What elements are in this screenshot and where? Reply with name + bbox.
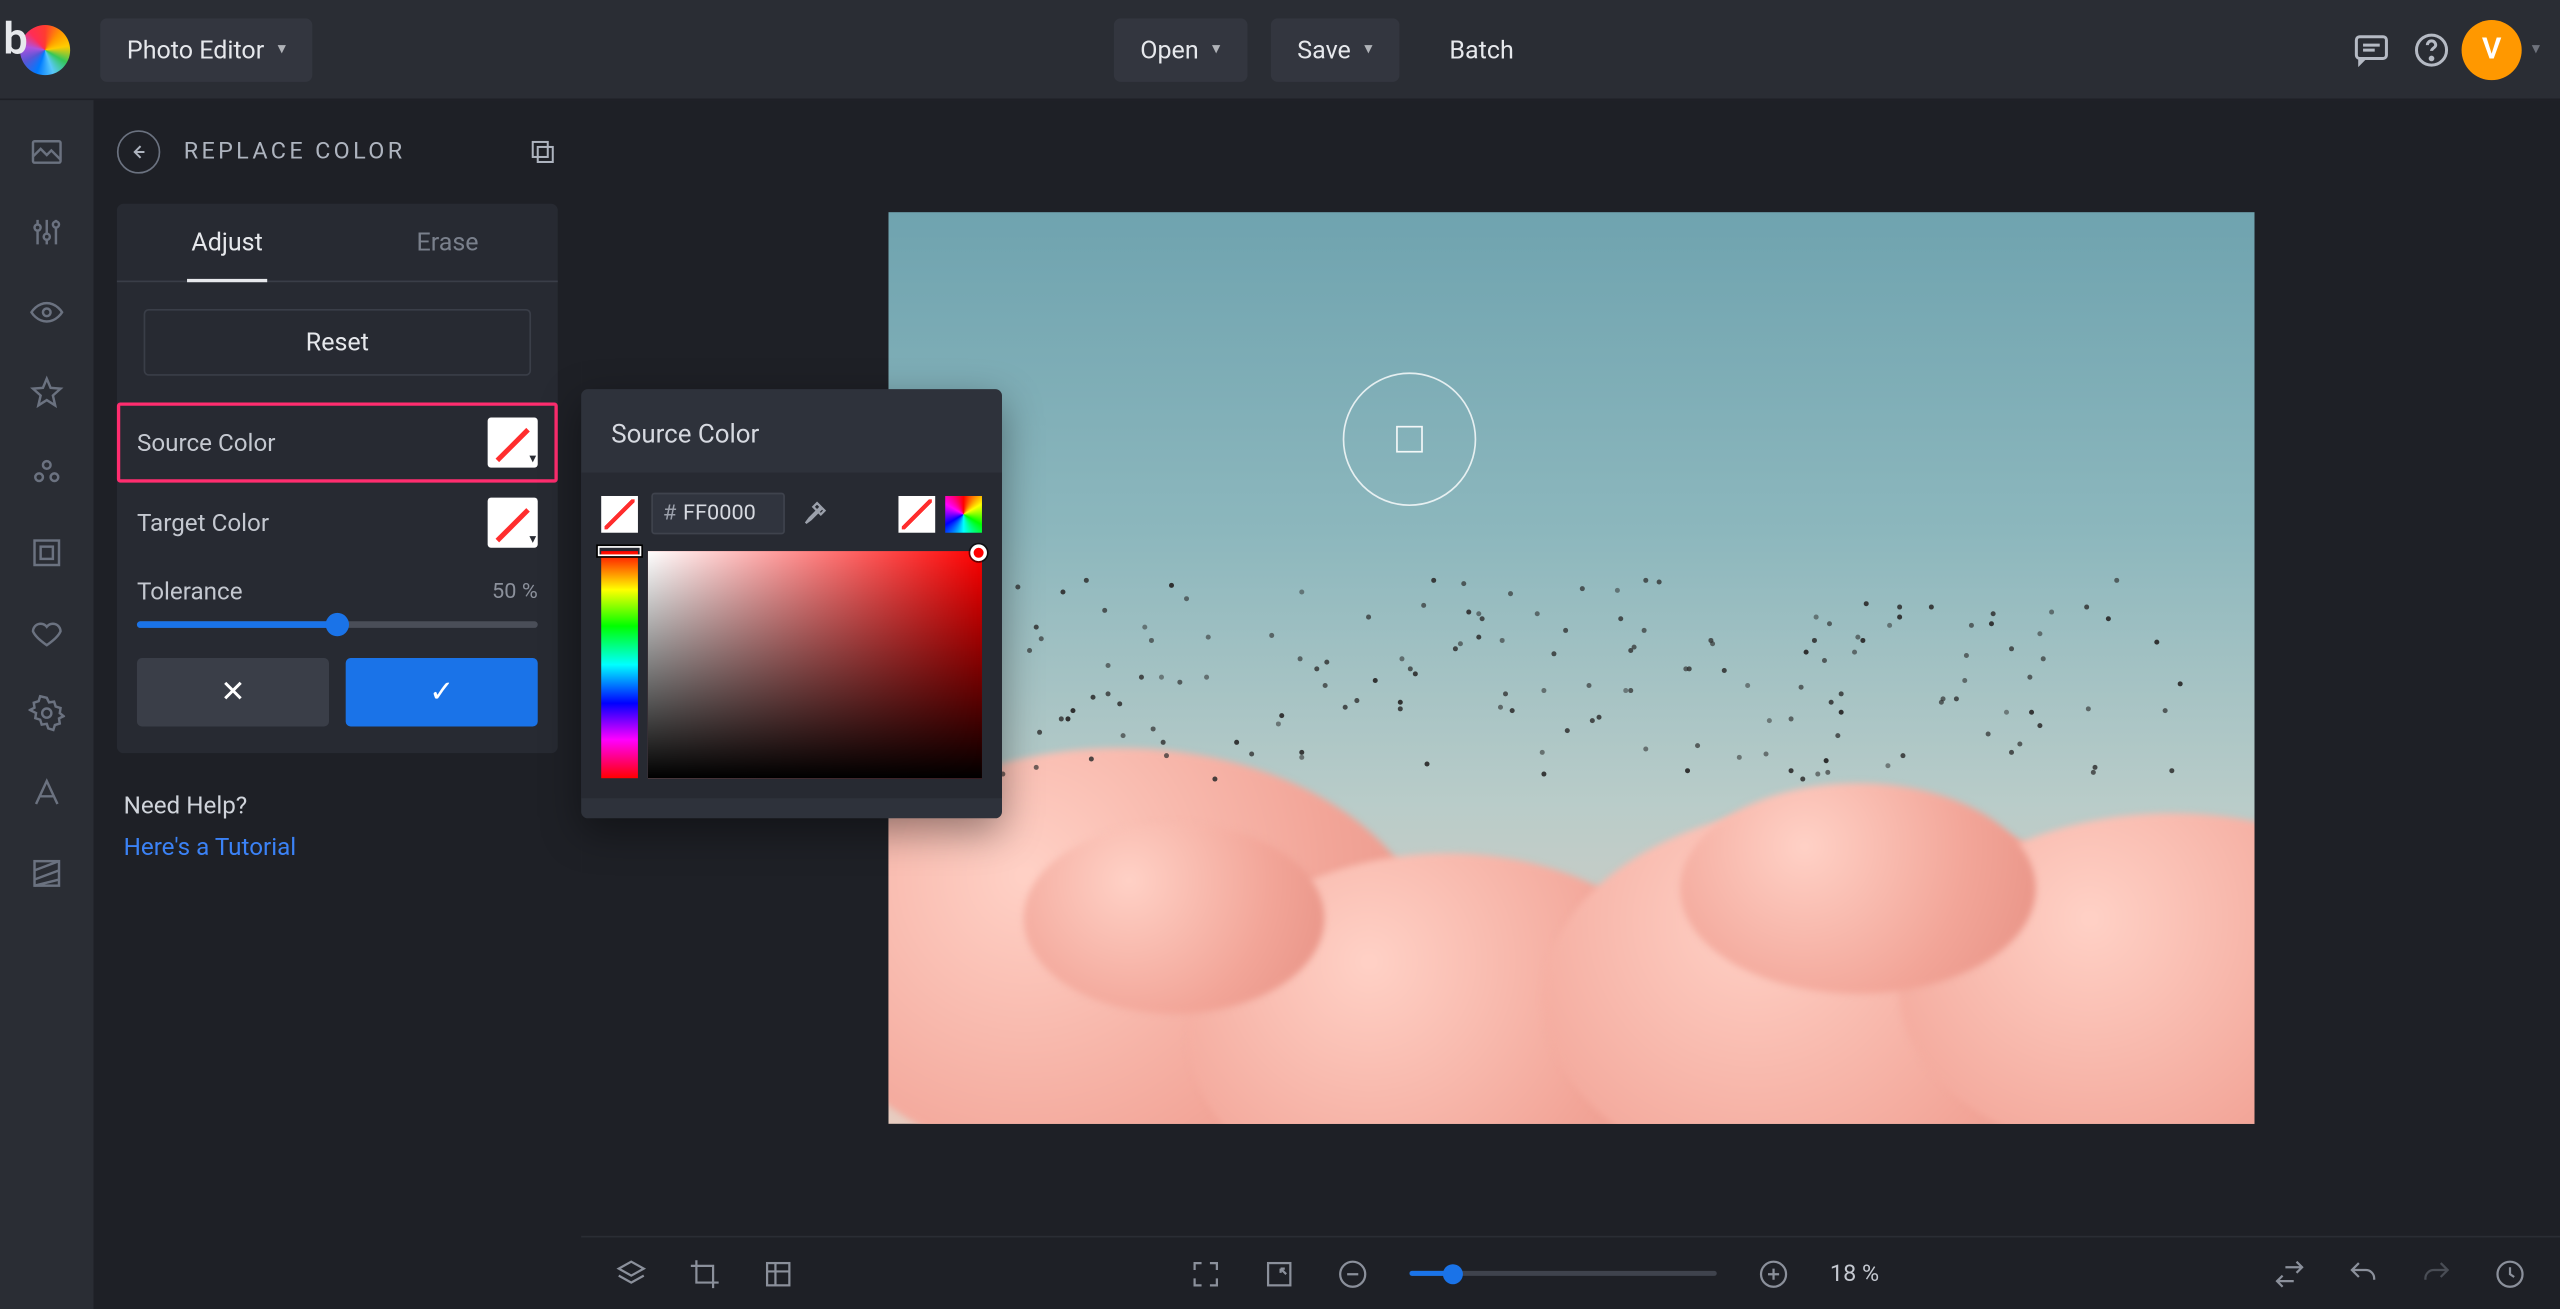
history-icon[interactable] bbox=[2493, 1257, 2526, 1290]
side-panel: REPLACE COLOR Adjust Erase Reset Source … bbox=[94, 100, 582, 1309]
tolerance-value: 50 % bbox=[492, 579, 538, 604]
target-color-swatch[interactable]: ▾ bbox=[488, 498, 538, 548]
tab-erase[interactable]: Erase bbox=[337, 204, 557, 281]
source-color-swatch[interactable]: ▾ bbox=[488, 418, 538, 468]
canvas-image[interactable] bbox=[888, 212, 2254, 1124]
hex-prefix: # bbox=[653, 501, 683, 526]
transparent-swatch[interactable] bbox=[898, 495, 935, 532]
duplicate-icon[interactable] bbox=[528, 137, 558, 167]
fit-icon[interactable] bbox=[1189, 1257, 1222, 1290]
source-color-row[interactable]: Source Color ▾ bbox=[117, 402, 558, 482]
brush-cursor bbox=[1342, 372, 1476, 506]
saturation-box[interactable] bbox=[648, 551, 982, 778]
open-button[interactable]: Open ▾ bbox=[1114, 18, 1248, 81]
compare-icon[interactable] bbox=[2273, 1257, 2306, 1290]
chat-icon[interactable] bbox=[2341, 19, 2401, 79]
eyedropper-icon[interactable] bbox=[798, 498, 828, 528]
avatar[interactable]: V bbox=[2462, 19, 2522, 79]
color-popup: Source Color # bbox=[581, 389, 1002, 818]
batch-label: Batch bbox=[1449, 34, 1513, 64]
hue-slider[interactable] bbox=[601, 551, 638, 778]
gear-icon[interactable] bbox=[28, 695, 65, 732]
toolstrip bbox=[0, 100, 94, 1309]
main: REPLACE COLOR Adjust Erase Reset Source … bbox=[0, 100, 2560, 1309]
actual-size-icon[interactable] bbox=[1262, 1257, 1295, 1290]
options-card: Adjust Erase Reset Source Color ▾ Target… bbox=[117, 204, 558, 753]
panel-title: REPLACE COLOR bbox=[184, 139, 406, 166]
target-color-row[interactable]: Target Color ▾ bbox=[117, 483, 558, 563]
tabs: Adjust Erase bbox=[117, 204, 558, 282]
save-button[interactable]: Save ▾ bbox=[1271, 18, 1400, 81]
help-question: Need Help? bbox=[124, 787, 552, 828]
heart-icon[interactable] bbox=[28, 615, 65, 652]
target-color-label: Target Color bbox=[137, 509, 474, 537]
undo-icon[interactable] bbox=[2346, 1257, 2379, 1290]
chevron-down-icon[interactable]: ▾ bbox=[2532, 40, 2540, 58]
tutorial-link[interactable]: Here's a Tutorial bbox=[124, 833, 297, 861]
texture-icon[interactable] bbox=[28, 855, 65, 892]
zoom-value: 18 % bbox=[1830, 1260, 1879, 1287]
chevron-down-icon: ▾ bbox=[1364, 40, 1372, 58]
saturation-handle[interactable] bbox=[970, 545, 987, 562]
layers-icon[interactable] bbox=[615, 1257, 648, 1290]
help-block: Need Help? Here's a Tutorial bbox=[117, 753, 558, 902]
zoom-slider[interactable] bbox=[1409, 1271, 1716, 1276]
apply-button[interactable]: ✓ bbox=[346, 658, 538, 726]
zoom-out-button[interactable] bbox=[1336, 1257, 1369, 1290]
redo-icon[interactable] bbox=[2420, 1257, 2453, 1290]
avatar-initial: V bbox=[2482, 32, 2502, 67]
help-icon[interactable] bbox=[2401, 19, 2461, 79]
grid-icon[interactable] bbox=[762, 1257, 795, 1290]
tolerance-slider[interactable] bbox=[137, 621, 538, 628]
batch-button[interactable]: Batch bbox=[1423, 18, 1541, 81]
image-icon[interactable] bbox=[28, 134, 65, 171]
open-label: Open bbox=[1140, 34, 1198, 64]
zoom-in-button[interactable] bbox=[1756, 1257, 1789, 1290]
sliders-icon[interactable] bbox=[28, 214, 65, 251]
chevron-down-icon: ▾ bbox=[1212, 40, 1220, 58]
tab-adjust[interactable]: Adjust bbox=[117, 204, 337, 281]
no-color-swatch[interactable] bbox=[601, 495, 638, 532]
hue-handle[interactable] bbox=[598, 546, 641, 556]
mode-label: Photo Editor bbox=[127, 34, 264, 64]
save-label: Save bbox=[1297, 34, 1351, 64]
reset-button[interactable]: Reset bbox=[144, 309, 531, 376]
crop-icon[interactable] bbox=[688, 1257, 721, 1290]
popup-title: Source Color bbox=[581, 412, 1002, 472]
hex-input[interactable] bbox=[683, 494, 783, 532]
tolerance-label: Tolerance bbox=[137, 578, 479, 606]
bottom-toolbar: 18 % bbox=[581, 1236, 2560, 1309]
app-logo[interactable]: b bbox=[20, 24, 70, 74]
mode-dropdown[interactable]: Photo Editor ▾ bbox=[100, 18, 313, 81]
rainbow-swatch[interactable] bbox=[945, 495, 982, 532]
topbar: b Photo Editor ▾ Open ▾ Save ▾ Batch V ▾ bbox=[0, 0, 2560, 100]
chevron-down-icon: ▾ bbox=[529, 531, 536, 546]
cancel-button[interactable]: ✕ bbox=[137, 658, 329, 726]
eye-icon[interactable] bbox=[28, 294, 65, 331]
slider-thumb[interactable] bbox=[1442, 1263, 1462, 1283]
slider-thumb[interactable] bbox=[326, 613, 349, 636]
text-icon[interactable] bbox=[28, 775, 65, 812]
source-color-label: Source Color bbox=[137, 428, 474, 456]
chevron-down-icon: ▾ bbox=[278, 40, 286, 58]
chevron-down-icon: ▾ bbox=[529, 451, 536, 466]
elements-icon[interactable] bbox=[28, 454, 65, 491]
frame-icon[interactable] bbox=[28, 534, 65, 571]
star-icon[interactable] bbox=[28, 374, 65, 411]
back-button[interactable] bbox=[117, 130, 160, 173]
